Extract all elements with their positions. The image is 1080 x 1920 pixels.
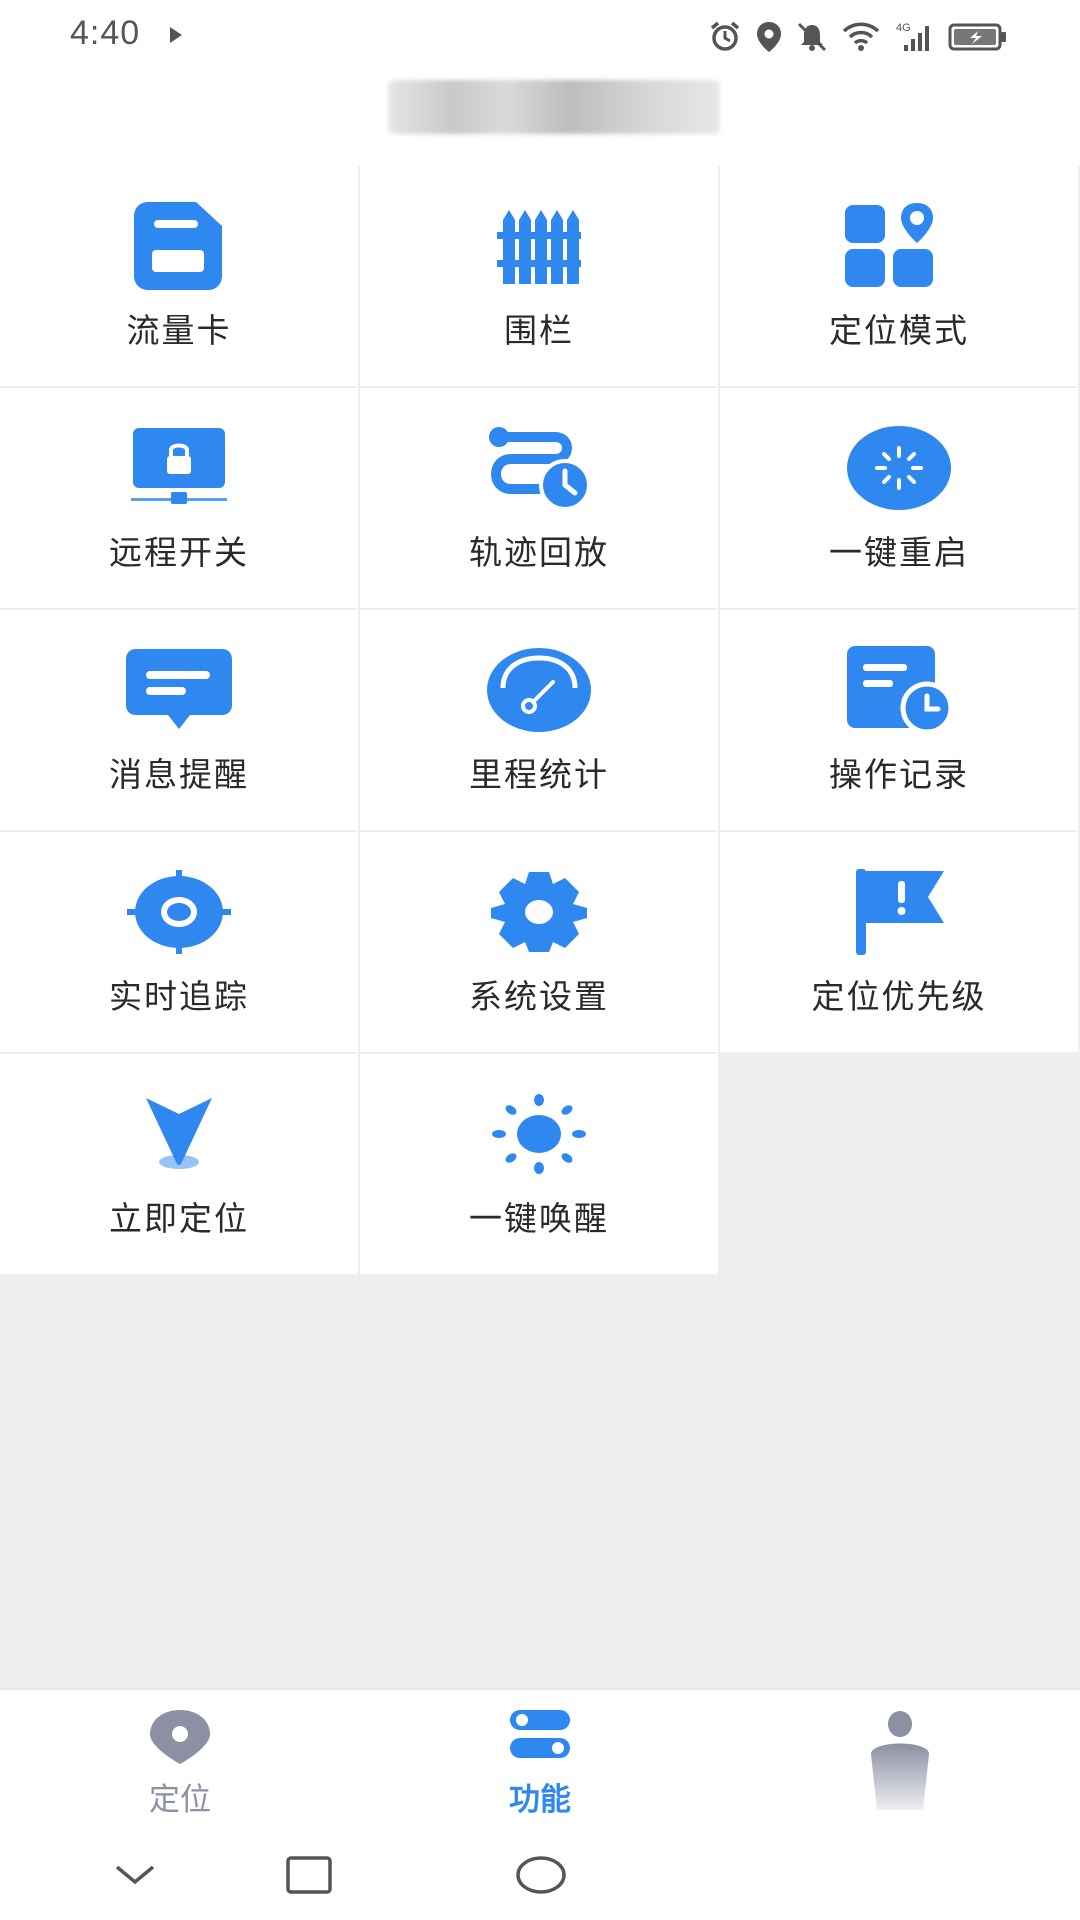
feature-system-settings[interactable]: 系统设置 [360, 832, 720, 1054]
feature-label: 一键重启 [829, 533, 969, 572]
operation-log-icon [720, 640, 1078, 740]
app-header [0, 72, 1080, 166]
location-pin-icon [0, 1710, 360, 1764]
sim-card-icon [0, 196, 358, 296]
message-icon [0, 640, 358, 740]
feature-sim-card[interactable]: 流量卡 [0, 166, 360, 388]
restart-icon [720, 418, 1078, 518]
fence-icon [360, 196, 718, 296]
feature-label: 定位优先级 [811, 977, 987, 1016]
feature-realtime-tracking[interactable]: 实时追踪 [0, 832, 360, 1054]
redacted-device-title [388, 80, 720, 134]
feature-label: 一键唤醒 [469, 1199, 609, 1238]
system-nav-bar [0, 1830, 1080, 1920]
chevron-down-icon [115, 1865, 155, 1885]
remote-lock-icon [0, 418, 358, 518]
svg-text:4G: 4G [896, 22, 911, 34]
locate-now-icon [0, 1084, 358, 1184]
battery-charging-icon [948, 23, 1006, 51]
priority-flag-icon [720, 862, 1078, 962]
track-playback-icon [360, 418, 718, 518]
feature-label: 远程开关 [109, 533, 249, 572]
feature-label: 系统设置 [469, 977, 609, 1016]
feature-label: 围栏 [504, 311, 574, 350]
realtime-tracking-icon [0, 862, 358, 962]
feature-label: 操作记录 [829, 755, 969, 794]
square-recents-icon [286, 1856, 332, 1894]
home-button[interactable] [506, 1830, 576, 1920]
status-bar: 4:40 4G [0, 0, 1080, 72]
profile-icon [720, 1710, 1080, 1810]
feature-label: 实时追踪 [109, 977, 249, 1016]
cellular-signal-icon: 4G [896, 22, 929, 51]
nav-tab-profile[interactable] [720, 1690, 1080, 1832]
nav-label: 功能 [509, 1782, 571, 1818]
status-time: 4:40 [70, 14, 141, 52]
feature-wake-up[interactable]: 一键唤醒 [360, 1054, 720, 1276]
wifi-icon [842, 22, 880, 51]
nav-label: 定位 [149, 1782, 211, 1818]
feature-label: 轨迹回放 [469, 533, 609, 572]
feature-restart[interactable]: 一键重启 [720, 388, 1080, 610]
feature-message[interactable]: 消息提醒 [0, 610, 360, 832]
toggle-features-icon [360, 1710, 720, 1760]
feature-mileage[interactable]: 里程统计 [360, 610, 720, 832]
location-status-icon [757, 22, 781, 52]
hide-keyboard-button[interactable] [100, 1830, 170, 1920]
status-icons: 4G [708, 20, 1008, 54]
feature-operation-log[interactable]: 操作记录 [720, 610, 1080, 832]
feature-label: 定位模式 [829, 311, 969, 350]
bottom-nav: 定位 功能 [0, 1688, 1080, 1830]
feature-track-playback[interactable]: 轨迹回放 [360, 388, 720, 610]
mute-bell-icon [797, 22, 827, 52]
feature-fence[interactable]: 围栏 [360, 166, 720, 388]
nav-tab-features[interactable]: 功能 [360, 1690, 720, 1832]
location-mode-icon [720, 196, 1078, 296]
gear-icon [360, 862, 718, 962]
feature-label: 里程统计 [469, 755, 609, 794]
nav-tab-location[interactable]: 定位 [0, 1690, 360, 1832]
speedometer-icon [360, 640, 718, 740]
feature-label: 流量卡 [126, 311, 232, 350]
wake-sun-icon [360, 1084, 718, 1184]
feature-label: 消息提醒 [109, 755, 249, 794]
feature-locate-now[interactable]: 立即定位 [0, 1054, 360, 1276]
media-play-icon [170, 27, 182, 43]
circle-home-icon [516, 1856, 566, 1894]
feature-location-priority[interactable]: 定位优先级 [720, 832, 1080, 1054]
feature-remote-switch[interactable]: 远程开关 [0, 388, 360, 610]
feature-location-mode[interactable]: 定位模式 [720, 166, 1080, 388]
alarm-icon [710, 21, 740, 51]
feature-label: 立即定位 [109, 1199, 249, 1238]
recents-button[interactable] [274, 1830, 344, 1920]
